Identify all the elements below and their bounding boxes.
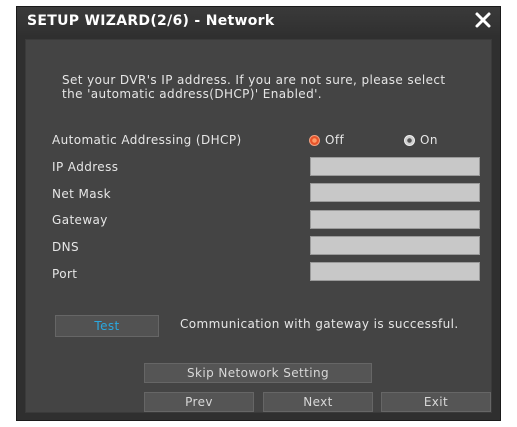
- setup-wizard-window: SETUP WIZARD(2/6) - Network Set your DVR…: [16, 6, 501, 421]
- skip-network-setting-button[interactable]: Skip Netowork Setting: [144, 363, 372, 383]
- test-button[interactable]: Test: [55, 315, 159, 337]
- dhcp-label: Automatic Addressing (DHCP): [52, 133, 242, 147]
- gateway-label: Gateway: [52, 213, 108, 227]
- prev-button[interactable]: Prev: [144, 392, 254, 412]
- network-settings-panel: Set your DVR's IP address. If you are no…: [25, 39, 492, 413]
- dns-label: DNS: [52, 240, 80, 254]
- radio-selected-icon: [309, 134, 320, 146]
- close-button[interactable]: [472, 9, 494, 31]
- dhcp-off-label: Off: [325, 133, 345, 147]
- radio-unselected-icon: [404, 134, 415, 146]
- next-button[interactable]: Next: [263, 392, 373, 412]
- gateway-field[interactable]: [310, 210, 480, 229]
- net-mask-field[interactable]: [310, 183, 480, 202]
- exit-button[interactable]: Exit: [381, 392, 491, 412]
- dhcp-on-radio[interactable]: On: [404, 133, 438, 147]
- dhcp-on-label: On: [420, 133, 438, 147]
- dhcp-off-radio[interactable]: Off: [309, 133, 344, 147]
- test-status-text: Communication with gateway is successful…: [180, 317, 459, 331]
- net-mask-label: Net Mask: [52, 187, 111, 201]
- description-line-2: the 'automatic address(DHCP)' Enabled'.: [62, 87, 323, 101]
- description-line-1: Set your DVR's IP address. If you are no…: [62, 73, 446, 87]
- port-label: Port: [52, 267, 78, 281]
- port-field[interactable]: [310, 262, 480, 281]
- ip-address-field[interactable]: [310, 157, 480, 176]
- title-bar: SETUP WIZARD(2/6) - Network: [17, 7, 500, 35]
- ip-address-label: IP Address: [52, 160, 119, 174]
- window-title: SETUP WIZARD(2/6) - Network: [27, 13, 275, 29]
- close-icon: [475, 12, 491, 28]
- dns-field[interactable]: [310, 236, 480, 255]
